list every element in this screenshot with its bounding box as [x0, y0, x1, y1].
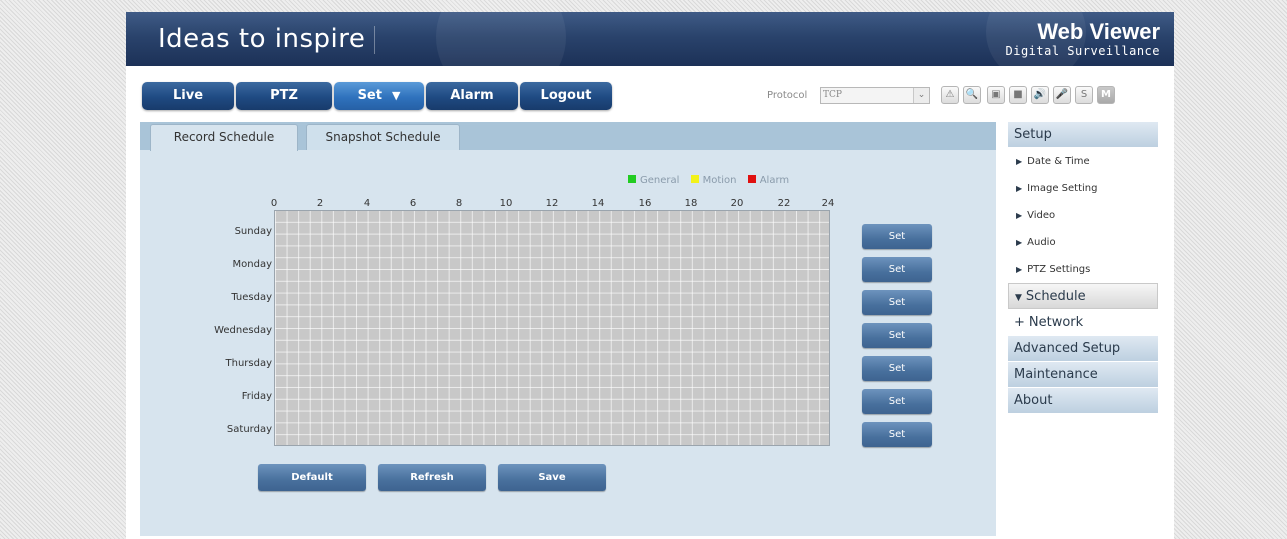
set-button-friday[interactable]: Set	[862, 389, 932, 414]
save-button[interactable]: Save	[498, 464, 606, 491]
tabs-bar: Record Schedule Snapshot Schedule	[140, 122, 996, 151]
hour-label: 20	[730, 198, 744, 209]
triangle-right-icon: ▶	[1016, 157, 1023, 166]
sidebar-item-label: Network	[1028, 315, 1084, 330]
hour-label: 2	[316, 198, 324, 209]
hour-label: 0	[270, 198, 278, 209]
alert-icon[interactable]: ⚠	[941, 86, 959, 104]
hour-label: 4	[363, 198, 371, 209]
brand-logo: Web Viewer Digital Surveillance	[1005, 19, 1161, 59]
day-label-friday: Friday	[241, 391, 272, 402]
m-icon[interactable]: M	[1097, 86, 1115, 104]
day-label-sunday: Sunday	[234, 226, 272, 237]
triangle-right-icon: ▶	[1016, 265, 1023, 274]
nav-live-button[interactable]: Live	[142, 82, 234, 110]
sidebar-setup[interactable]: Setup	[1008, 122, 1158, 148]
set-button-tuesday[interactable]: Set	[862, 290, 932, 315]
nav-set-button[interactable]: Set ▼	[334, 82, 424, 110]
triangle-right-icon: ▶	[1016, 184, 1023, 193]
set-button-wednesday[interactable]: Set	[862, 323, 932, 348]
set-button-sunday[interactable]: Set	[862, 224, 932, 249]
nav-logout-button[interactable]: Logout	[520, 82, 612, 110]
sidebar-item-network[interactable]: + Network	[1008, 309, 1158, 336]
legend-general-swatch	[628, 175, 636, 183]
sidebar-item-label: PTZ Settings	[1027, 264, 1091, 275]
record-icon[interactable]: ■	[1009, 86, 1027, 104]
nav-alarm-button[interactable]: Alarm	[426, 82, 518, 110]
hour-label: 10	[499, 198, 513, 209]
refresh-button[interactable]: Refresh	[378, 464, 486, 491]
nav-ptz-button[interactable]: PTZ	[236, 82, 332, 110]
slogan: Ideas to inspire	[158, 24, 366, 54]
sidebar-advanced-setup[interactable]: Advanced Setup	[1008, 336, 1158, 362]
brand-title: Web Viewer	[1037, 19, 1160, 44]
snapshot-icon[interactable]: ▣	[987, 86, 1005, 104]
set-button-saturday[interactable]: Set	[862, 422, 932, 447]
day-label-saturday: Saturday	[226, 424, 272, 435]
protocol-value: TCP	[823, 90, 842, 100]
hour-label: 16	[638, 198, 652, 209]
sidebar-item-schedule[interactable]: ▼ Schedule	[1008, 283, 1158, 309]
schedule-grid[interactable]	[274, 210, 830, 446]
triangle-down-icon: ▼	[1015, 293, 1022, 303]
sidebar-item-video[interactable]: ▶ Video	[1008, 202, 1158, 229]
day-label-monday: Monday	[232, 259, 272, 270]
day-label-wednesday: Wednesday	[214, 325, 272, 336]
day-label-tuesday: Tuesday	[231, 292, 272, 303]
sidebar-item-image-setting[interactable]: ▶ Image Setting	[1008, 175, 1158, 202]
tab-snapshot-schedule[interactable]: Snapshot Schedule	[306, 124, 460, 150]
tab-record-schedule[interactable]: Record Schedule	[150, 124, 298, 151]
s-icon[interactable]: S	[1075, 86, 1093, 104]
set-button-monday[interactable]: Set	[862, 257, 932, 282]
hour-label: 18	[684, 198, 698, 209]
hour-label: 22	[777, 198, 791, 209]
header: Ideas to inspire Web Viewer Digital Surv…	[126, 0, 1174, 102]
hour-label: 6	[409, 198, 417, 209]
hour-label: 8	[455, 198, 463, 209]
web-viewer-app: Ideas to inspire Web Viewer Digital Surv…	[126, 0, 1174, 539]
microphone-icon[interactable]: 🎤	[1053, 86, 1071, 104]
sidebar: Setup ▶ Date & Time ▶ Image Setting ▶ Video…	[1008, 122, 1158, 414]
caret-down-icon: ▼	[391, 89, 401, 102]
legend: General Motion Alarm	[628, 175, 789, 186]
sidebar-item-label: Image Setting	[1027, 183, 1098, 194]
sidebar-item-label: Video	[1027, 210, 1056, 221]
speaker-icon[interactable]: 🔊	[1031, 86, 1049, 104]
hour-label: 14	[591, 198, 605, 209]
sidebar-item-date-time[interactable]: ▶ Date & Time	[1008, 148, 1158, 175]
brand-subtitle: Digital Surveillance	[1005, 44, 1160, 58]
plus-icon: +	[1014, 315, 1025, 330]
protocol-label: Protocol	[767, 90, 808, 101]
day-label-thursday: Thursday	[225, 358, 273, 369]
triangle-right-icon: ▶	[1016, 238, 1023, 247]
schedule-panel: Record Schedule Snapshot Schedule Genera…	[140, 122, 996, 536]
legend-motion-swatch	[690, 175, 699, 183]
sidebar-item-label: Audio	[1027, 237, 1056, 248]
toolbar: Live PTZ Set ▼ Alarm Logout Protocol TCP …	[126, 66, 1174, 122]
hour-label: 24	[821, 198, 835, 209]
legend-general-label: General	[640, 175, 680, 186]
sidebar-item-label: Schedule	[1025, 289, 1086, 304]
default-button[interactable]: Default	[258, 464, 366, 491]
set-button-thursday[interactable]: Set	[862, 356, 932, 381]
sidebar-about[interactable]: About	[1008, 388, 1158, 414]
chevron-down-icon: ⌄	[913, 88, 929, 103]
hour-label: 12	[545, 198, 559, 209]
sidebar-item-audio[interactable]: ▶ Audio	[1008, 229, 1158, 256]
zoom-icon[interactable]: 🔍	[963, 86, 981, 104]
nav-set-label: Set	[357, 88, 382, 103]
legend-motion-label: Motion	[702, 175, 737, 186]
triangle-right-icon: ▶	[1016, 211, 1023, 220]
sidebar-item-ptz-settings[interactable]: ▶ PTZ Settings	[1008, 256, 1158, 283]
header-divider	[374, 26, 375, 54]
legend-alarm-label: Alarm	[759, 175, 790, 186]
sidebar-item-label: Date & Time	[1027, 156, 1090, 167]
sidebar-maintenance[interactable]: Maintenance	[1008, 362, 1158, 388]
legend-alarm-swatch	[747, 175, 756, 183]
protocol-select[interactable]: TCP ⌄	[820, 87, 930, 104]
